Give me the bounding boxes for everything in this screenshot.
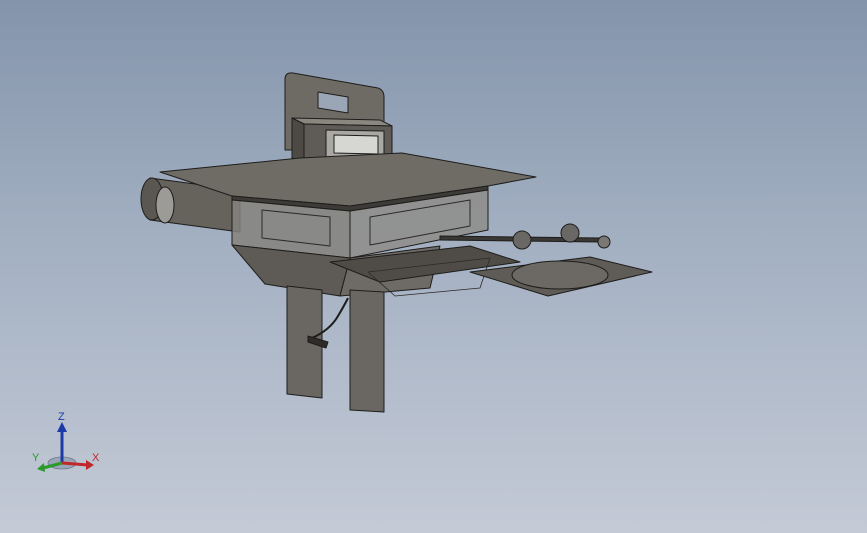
pulley-2 <box>560 223 580 243</box>
z-axis-arrow <box>57 422 67 432</box>
pulley-1 <box>512 230 532 250</box>
turntable-disc <box>511 260 609 290</box>
pulley-3 <box>597 235 611 249</box>
axis-triad: Z X Y <box>28 408 108 478</box>
cad-model-assembly[interactable] <box>0 0 867 533</box>
roller-bore <box>155 186 175 224</box>
triad-graphic <box>37 422 94 472</box>
leg-right <box>349 289 385 413</box>
x-axis-label: X <box>92 452 100 464</box>
x-axis-line <box>61 461 89 467</box>
y-axis-label: Y <box>32 452 40 464</box>
cad-viewport[interactable]: Z X Y <box>0 0 867 533</box>
lens-box-side <box>291 117 305 164</box>
y-axis-arrow <box>37 463 45 472</box>
lens-inner <box>333 134 379 155</box>
z-axis-label: Z <box>58 411 65 423</box>
